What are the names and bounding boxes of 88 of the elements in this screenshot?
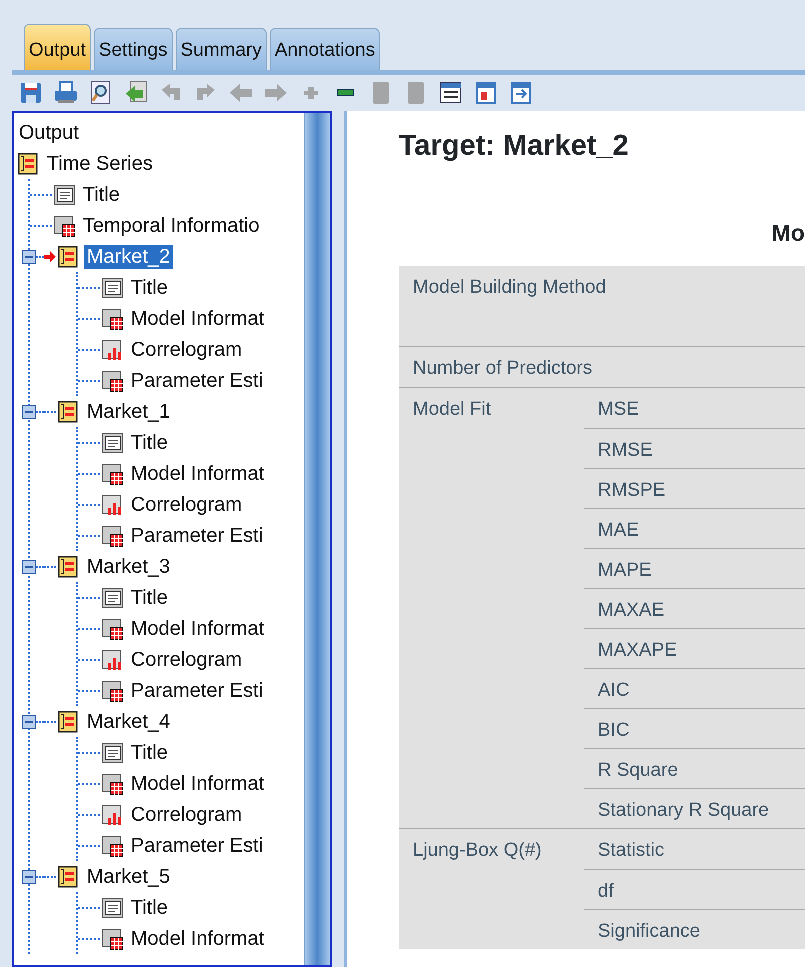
table-icon (100, 834, 124, 858)
report-icon (56, 864, 80, 888)
report-title: Target: Market_2 (399, 129, 630, 164)
table-icon (100, 616, 124, 640)
text-icon (100, 430, 124, 454)
tree-item[interactable]: Model Informat (128, 772, 268, 796)
table-icon (100, 462, 124, 486)
window-icon[interactable] (438, 80, 464, 106)
table-icon (52, 214, 76, 238)
tree-item[interactable]: Correlogram (128, 338, 246, 362)
table-icon (100, 772, 124, 796)
report-icon (56, 244, 80, 268)
collapse-box[interactable] (22, 404, 36, 418)
tree-item[interactable]: Market_4 (84, 710, 174, 734)
collapse-box[interactable] (22, 714, 36, 728)
tree-item[interactable]: Model Informat (128, 306, 268, 330)
table-cell-text: Statistic (597, 839, 666, 864)
tree-item[interactable]: Correlogram (128, 492, 246, 516)
tree-item[interactable]: Market_3 (84, 554, 174, 578)
table-cell: MAXAE (584, 588, 805, 628)
collapse-box[interactable] (22, 560, 36, 574)
report-icon (56, 400, 80, 424)
table-cell: AIC (584, 668, 805, 708)
text-icon (100, 740, 124, 764)
tree-item[interactable]: Market_2 (84, 244, 174, 268)
tree-item[interactable]: Market_1 (84, 400, 174, 424)
tree-item[interactable]: Title (128, 740, 172, 764)
tree-item[interactable]: Title (128, 896, 172, 920)
table-icon (100, 524, 124, 548)
table-cell-text: MSE (597, 398, 640, 422)
bar-chart-icon (100, 648, 124, 672)
table-cell: BIC (584, 708, 805, 748)
tree-item[interactable]: Parameter Esti (128, 834, 266, 858)
table-cell-text: Number of Predictors (412, 357, 594, 382)
table-cell-text: Model Fit (412, 398, 492, 422)
table-icon (100, 678, 124, 702)
tree-item[interactable]: Title (128, 586, 172, 610)
tree-item[interactable]: Model Informat (128, 926, 268, 950)
tree-item[interactable]: Title (128, 430, 172, 454)
tab[interactable]: Annotations (270, 28, 380, 70)
text-icon (100, 276, 124, 300)
bar-chart-icon (100, 492, 124, 516)
tree-item[interactable]: Parameter Esti (128, 524, 266, 548)
tree-item[interactable]: Market_5 (84, 864, 174, 888)
table-cell: RMSPE (584, 468, 805, 508)
table-cell: MAXAPE (584, 628, 805, 668)
bar-chart-icon (100, 802, 124, 826)
tree-item[interactable]: Model Informat (128, 616, 268, 640)
text-icon (100, 896, 124, 920)
table-cell: R Square (584, 748, 805, 788)
table-cell: Significance (584, 909, 805, 950)
table-cell-text: Model Building Method (412, 276, 608, 300)
collapse-box[interactable] (22, 870, 36, 884)
text-icon (52, 182, 76, 206)
tree-item[interactable]: Model Informat (128, 462, 268, 486)
tree-item[interactable]: Output (16, 120, 82, 144)
tree-item[interactable]: Title (128, 276, 172, 300)
tree-item[interactable]: Time Series (44, 152, 156, 176)
document-icon[interactable] (473, 80, 499, 106)
table-cell-text: Ljung-Box Q(#) (412, 839, 543, 864)
scrollbar[interactable] (304, 113, 330, 965)
tree-item[interactable]: Parameter Esti (128, 678, 266, 702)
collapse-box[interactable] (22, 250, 36, 264)
tree-item[interactable]: Correlogram (128, 802, 246, 826)
table-cell: RMSE (584, 428, 805, 468)
table-icon (100, 926, 124, 950)
table-cell: MAPE (584, 548, 805, 588)
bar-chart-icon (100, 338, 124, 362)
tree-item[interactable]: Parameter Esti (128, 368, 266, 392)
tab[interactable]: Settings (94, 28, 173, 70)
report-icon (56, 554, 80, 578)
save-icon[interactable] (18, 80, 44, 106)
printer-icon[interactable] (53, 80, 79, 106)
table-cell: MAE (584, 508, 805, 548)
tab[interactable]: Output (24, 24, 92, 70)
document-icon[interactable] (508, 80, 534, 106)
report-icon (16, 152, 40, 176)
tab[interactable]: Summary (176, 28, 267, 70)
report-icon (56, 710, 80, 734)
tree-item[interactable]: Title (80, 182, 124, 206)
text-icon (100, 586, 124, 610)
table-cell: df (584, 869, 805, 910)
tree-item[interactable]: Temporal Informatio (80, 214, 263, 238)
table-icon (100, 306, 124, 330)
tree-item[interactable]: Correlogram (128, 648, 246, 672)
table-title: Mo (770, 218, 805, 248)
table-cell: Stationary R Square (584, 788, 805, 828)
table-icon (100, 368, 124, 392)
